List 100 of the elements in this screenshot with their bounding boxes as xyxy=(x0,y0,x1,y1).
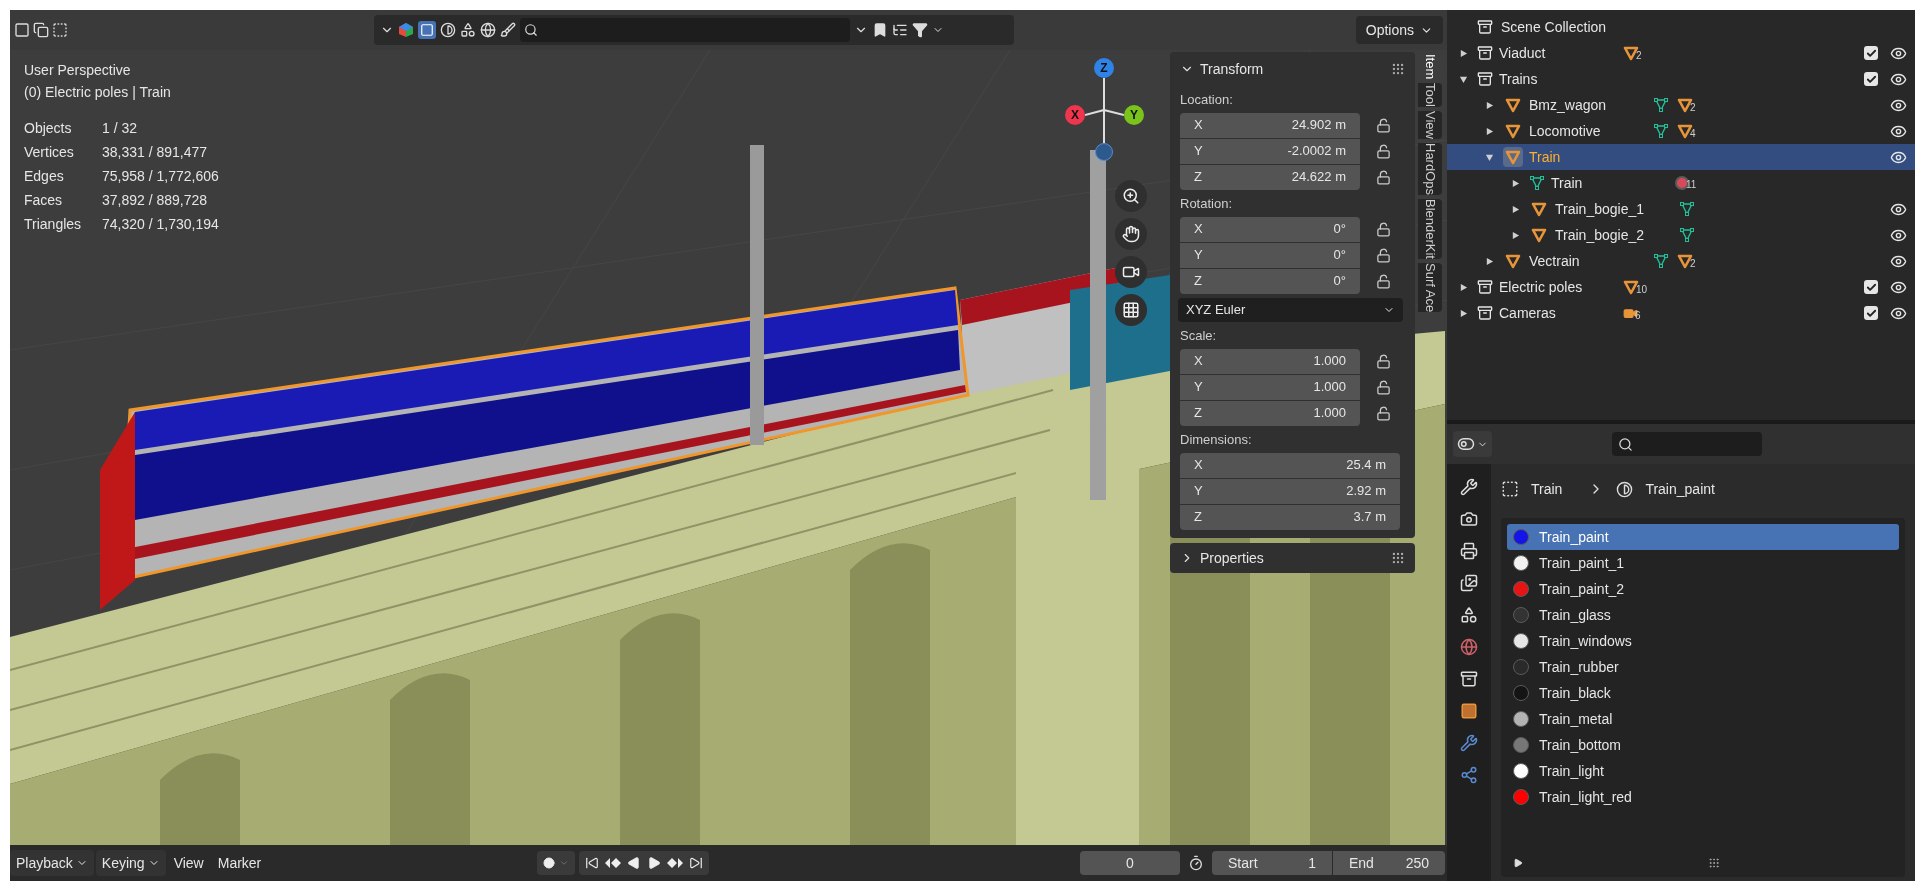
prev-keyframe-icon[interactable] xyxy=(605,857,622,869)
include-checkbox[interactable] xyxy=(1864,280,1878,294)
search-field[interactable] xyxy=(520,18,850,42)
include-checkbox[interactable] xyxy=(1864,72,1878,86)
outliner-row[interactable]: Train_bogie_1 xyxy=(1447,196,1915,222)
outliner-row[interactable]: Electric poles 10 xyxy=(1447,274,1915,300)
material-slot[interactable]: Train_light_red xyxy=(1507,784,1899,810)
zoom-icon[interactable] xyxy=(1115,180,1147,212)
number-field[interactable]: Z 1.000 xyxy=(1180,400,1360,426)
outliner-row[interactable]: Bmz_wagon 2 xyxy=(1447,92,1915,118)
include-checkbox[interactable] xyxy=(1864,306,1878,320)
timeline-menu[interactable]: Marker xyxy=(211,850,268,876)
output-icon[interactable] xyxy=(1460,542,1478,560)
scene-icon[interactable] xyxy=(1460,606,1478,624)
number-field[interactable]: Z 24.622 m xyxy=(1180,164,1360,190)
select-mode-icon[interactable] xyxy=(52,22,68,38)
lock-open-icon[interactable] xyxy=(1376,143,1391,159)
select-mode-icon[interactable] xyxy=(14,22,30,38)
material-slot[interactable]: Train_paint_1 xyxy=(1507,550,1899,576)
timeline-menu[interactable]: Keying xyxy=(95,850,166,876)
number-field[interactable]: X 0° xyxy=(1180,216,1360,242)
material-slot[interactable]: Train_light xyxy=(1507,758,1899,784)
record-button[interactable] xyxy=(537,851,576,875)
lock-open-icon[interactable] xyxy=(1376,221,1391,237)
material-slot[interactable]: Train_paint_2 xyxy=(1507,576,1899,602)
axis-handle[interactable]: Y xyxy=(1124,105,1144,125)
number-field[interactable]: Z 3.7 m xyxy=(1180,504,1400,530)
brush-icon[interactable] xyxy=(500,22,516,38)
sidebar-tab[interactable]: HardOps xyxy=(1418,143,1442,196)
sidebar-tab[interactable]: BlenderKit xyxy=(1418,199,1442,260)
material-slot[interactable]: Train_paint xyxy=(1507,524,1899,550)
material-slot[interactable]: Train_black xyxy=(1507,680,1899,706)
outliner-row[interactable]: Locomotive 4 xyxy=(1447,118,1915,144)
half-circle-icon[interactable] xyxy=(440,22,456,38)
play-reverse-icon[interactable] xyxy=(627,856,642,870)
outliner-row[interactable]: Train 11 xyxy=(1447,170,1915,196)
material-slot[interactable]: Train_windows xyxy=(1507,628,1899,654)
include-checkbox[interactable] xyxy=(1864,46,1878,60)
material-slot[interactable]: Train_rubber xyxy=(1507,654,1899,680)
stopwatch-icon[interactable] xyxy=(1188,855,1204,871)
expand-triangle-icon[interactable] xyxy=(1513,858,1523,868)
number-field[interactable]: X 24.902 m xyxy=(1180,112,1360,138)
panel-title[interactable]: Properties xyxy=(1200,547,1385,569)
jump-start-icon[interactable] xyxy=(585,856,600,870)
filter-icon[interactable] xyxy=(912,22,928,38)
number-field[interactable]: Y -2.0002 m xyxy=(1180,138,1360,164)
collection-icon[interactable] xyxy=(1460,670,1478,688)
object-icon[interactable] xyxy=(1460,702,1478,720)
start-frame-field[interactable]: Start 1 xyxy=(1212,851,1332,875)
lock-open-icon[interactable] xyxy=(1376,353,1391,369)
hierarchy-icon[interactable] xyxy=(892,22,908,38)
editor-type-button[interactable] xyxy=(1453,431,1492,457)
number-field[interactable]: Z 0° xyxy=(1180,268,1360,294)
properties-panel-header[interactable]: Properties xyxy=(1170,543,1415,573)
outliner-row[interactable]: Vectrain 2 xyxy=(1447,248,1915,274)
tool-icon[interactable] xyxy=(1460,478,1478,496)
play-icon[interactable] xyxy=(647,856,662,870)
grip-icon[interactable] xyxy=(1391,62,1405,76)
sidebar-tab[interactable]: Tool xyxy=(1418,83,1442,108)
outliner-row[interactable]: Cameras 6 xyxy=(1447,300,1915,326)
render-icon[interactable] xyxy=(1460,510,1478,528)
axis-handle[interactable]: Z xyxy=(1094,58,1114,78)
material-slot[interactable]: Train_glass xyxy=(1507,602,1899,628)
outliner-row[interactable]: Train_bogie_2 xyxy=(1447,222,1915,248)
panel-title[interactable]: Transform xyxy=(1200,58,1385,80)
number-field[interactable]: Y 0° xyxy=(1180,242,1360,268)
rotation-mode-dropdown[interactable]: XYZ Euler xyxy=(1178,298,1403,322)
number-field[interactable]: Y 2.92 m xyxy=(1180,478,1400,504)
outliner-row[interactable]: Trains xyxy=(1447,66,1915,92)
cube-icon[interactable] xyxy=(398,22,414,38)
sidebar-tab[interactable]: View xyxy=(1418,111,1442,140)
number-field[interactable]: X 25.4 m xyxy=(1180,452,1400,478)
grip-icon[interactable] xyxy=(1708,857,1720,869)
modifier-icon[interactable] xyxy=(1460,734,1478,752)
world-icon[interactable] xyxy=(1460,638,1478,656)
select-mode-icon[interactable] xyxy=(33,22,49,38)
sidebar-tab[interactable]: Surf Ace xyxy=(1418,263,1442,313)
lock-open-icon[interactable] xyxy=(1376,169,1391,185)
view-layer-icon[interactable] xyxy=(1460,574,1478,592)
number-field[interactable]: X 1.000 xyxy=(1180,348,1360,374)
camera-icon[interactable] xyxy=(1115,256,1147,288)
grip-icon[interactable] xyxy=(1391,551,1405,565)
end-frame-field[interactable]: End 250 xyxy=(1333,851,1445,875)
globe-icon[interactable] xyxy=(480,22,496,38)
lock-open-icon[interactable] xyxy=(1376,379,1391,395)
solid-box-icon[interactable] xyxy=(418,21,436,39)
outliner-row[interactable]: Scene Collection xyxy=(1447,14,1915,40)
number-field[interactable]: Y 1.000 xyxy=(1180,374,1360,400)
lock-open-icon[interactable] xyxy=(1376,405,1391,421)
axis-handle[interactable]: X xyxy=(1065,105,1085,125)
lock-open-icon[interactable] xyxy=(1376,247,1391,263)
bookmark-icon[interactable] xyxy=(872,22,888,38)
particles-icon[interactable] xyxy=(1460,766,1478,784)
timeline-menu[interactable]: View xyxy=(167,850,210,876)
timeline-menu[interactable]: Playback xyxy=(10,850,94,876)
outliner-row[interactable]: Viaduct 2 xyxy=(1447,40,1915,66)
lock-open-icon[interactable] xyxy=(1376,117,1391,133)
shapes-icon[interactable] xyxy=(460,22,476,38)
lock-open-icon[interactable] xyxy=(1376,273,1391,289)
search-field[interactable] xyxy=(1612,432,1762,456)
